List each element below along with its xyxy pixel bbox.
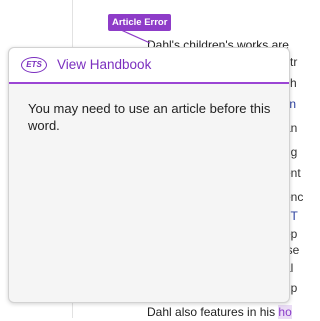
essay-line: Dahl also features in his ho: [147, 304, 292, 321]
ets-logo-icon: ETS: [21, 57, 47, 73]
feedback-message: You may need to use an article before th…: [28, 101, 271, 133]
error-tag[interactable]: Article Error: [108, 14, 172, 31]
view-handbook-link[interactable]: View Handbook: [57, 56, 151, 74]
popup-header: ETS View Handbook: [9, 48, 289, 84]
essay-text: Dahl also features in his: [147, 305, 279, 319]
feedback-popup: ETS View Handbook You may need to use an…: [8, 47, 290, 303]
tag-leader-line: [120, 30, 151, 44]
flagged-word[interactable]: ho: [278, 305, 292, 319]
